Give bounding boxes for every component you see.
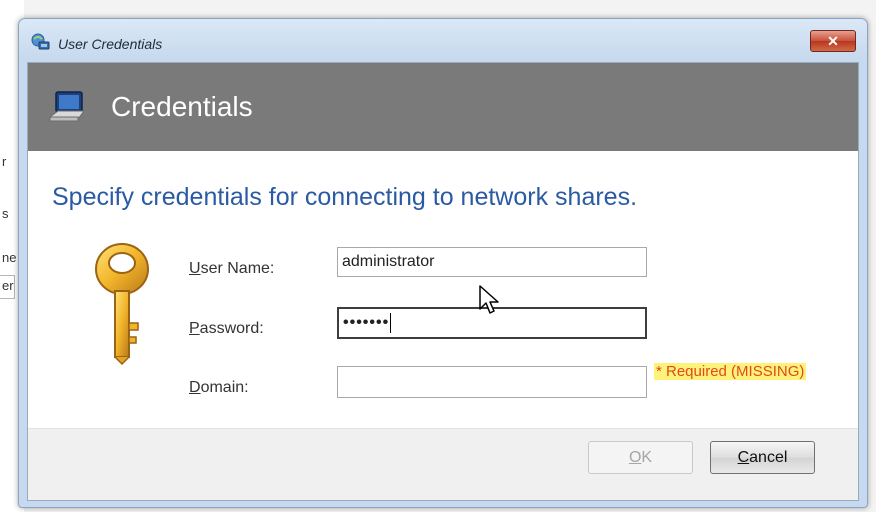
background-fragment: r [2, 154, 7, 169]
close-button[interactable]: ✕ [810, 30, 856, 52]
cancel-button[interactable]: Cancel [710, 441, 815, 474]
background-fragment: s [2, 206, 9, 221]
domain-label: Domain: [189, 379, 249, 396]
form-heading: Specify credentials for connecting to ne… [52, 183, 638, 211]
password-label: Password: [189, 320, 264, 337]
key-icon [95, 243, 149, 365]
domain-field[interactable] [337, 366, 647, 398]
password-mask: ••••••• [343, 314, 390, 331]
background-fragment: ne [2, 250, 17, 265]
mouse-pointer-icon [479, 285, 499, 314]
button-bar: OK Cancel [28, 428, 858, 500]
username-field[interactable]: administrator [337, 247, 647, 277]
credentials-app-icon [31, 33, 50, 50]
banner-title: Credentials [111, 91, 253, 122]
user-credentials-dialog: User Credentials ✕ Credentials Specify c… [18, 18, 868, 508]
required-missing-note: * Required (MISSING) [654, 363, 807, 380]
close-icon: ✕ [827, 33, 839, 49]
dialog-client-area: Credentials Specify credentials for conn… [27, 62, 859, 501]
text-caret [390, 312, 392, 333]
window-title: User Credentials [58, 36, 163, 52]
computer-icon [48, 91, 85, 122]
background-fragment: er [2, 278, 14, 293]
title-bar[interactable]: User Credentials ✕ [19, 19, 867, 59]
header-banner: Credentials [28, 63, 858, 151]
ok-button[interactable]: OK [588, 441, 693, 474]
username-label: User Name: [189, 260, 275, 277]
